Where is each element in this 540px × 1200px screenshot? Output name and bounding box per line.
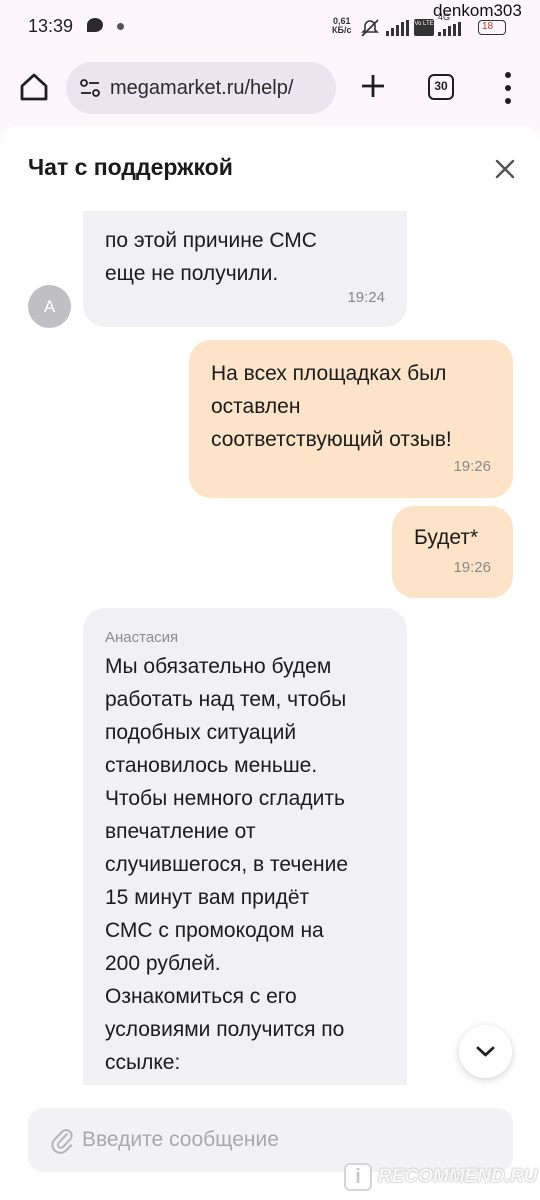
home-icon xyxy=(20,73,48,101)
message-text: Будет* xyxy=(414,526,479,549)
message-text: Мы обязательно будем работать над тем, ч… xyxy=(105,655,349,1074)
signal-strength-2-icon xyxy=(438,22,462,36)
close-icon xyxy=(495,159,515,179)
message-text: по этой причине СМС еще не получили. xyxy=(105,229,317,285)
message-sender: Анастасия xyxy=(105,629,179,646)
watermark-badge: i xyxy=(344,1163,372,1191)
signal-strength-icon xyxy=(386,20,410,36)
tabs-icon[interactable]: 30 xyxy=(428,74,454,100)
chevron-down-icon xyxy=(476,1046,495,1057)
watermark-text: RECOMMEND.RU xyxy=(378,1166,538,1187)
scroll-to-bottom-button[interactable] xyxy=(459,1025,512,1078)
message-incoming: Анастасия Мы обязательно будем работать … xyxy=(83,608,407,1091)
plus-icon xyxy=(362,75,384,97)
avatar: А xyxy=(28,285,71,328)
message-outgoing: На всех площадках был оставлен соответст… xyxy=(189,340,513,498)
message-outgoing: Будет* 19:26 xyxy=(392,506,513,598)
more-vertical-icon[interactable] xyxy=(498,70,518,106)
username-overlay: denkom303 xyxy=(433,1,522,20)
address-bar[interactable]: megamarket.ru/help/ xyxy=(66,62,336,114)
close-button[interactable] xyxy=(490,154,520,184)
network-speed-unit: КБ/с xyxy=(332,25,352,35)
network-speed: 0,61 КБ/с xyxy=(332,17,351,35)
message-time: 19:26 xyxy=(453,458,491,475)
battery-level: 18 xyxy=(482,21,494,32)
chat-title: Чат с поддержкой xyxy=(28,154,233,180)
browser-toolbar: megamarket.ru/help/ 30 xyxy=(0,52,540,124)
message-time: 19:26 xyxy=(453,559,491,576)
mute-icon xyxy=(361,19,379,37)
status-icons: Vo LTE 4G 18 xyxy=(360,12,510,38)
message-notification-icon xyxy=(87,18,103,32)
list-top-edge xyxy=(0,191,540,211)
new-tab-button[interactable] xyxy=(356,66,390,106)
status-bar: 13:39 0,61 КБ/с Vo LTE 4G 18 denkom303 xyxy=(0,0,540,52)
site-info-icon[interactable] xyxy=(80,79,100,97)
home-button[interactable] xyxy=(14,67,54,107)
status-time: 13:39 xyxy=(28,16,74,36)
paperclip-icon[interactable] xyxy=(50,1126,74,1154)
volte-badge: Vo LTE xyxy=(414,19,434,36)
message-list[interactable]: по этой причине СМС еще не получили. 19:… xyxy=(0,211,540,1091)
battery-icon: 18 xyxy=(478,20,506,35)
message-text: На всех площадках был оставлен соответст… xyxy=(211,362,452,451)
recommend-watermark: i RECOMMEND.RU xyxy=(340,1160,538,1194)
url-text: megamarket.ru/help/ xyxy=(110,77,294,99)
message-incoming: по этой причине СМС еще не получили. 19:… xyxy=(83,211,407,327)
notification-dot-icon xyxy=(117,23,124,30)
message-time: 19:24 xyxy=(347,289,385,306)
